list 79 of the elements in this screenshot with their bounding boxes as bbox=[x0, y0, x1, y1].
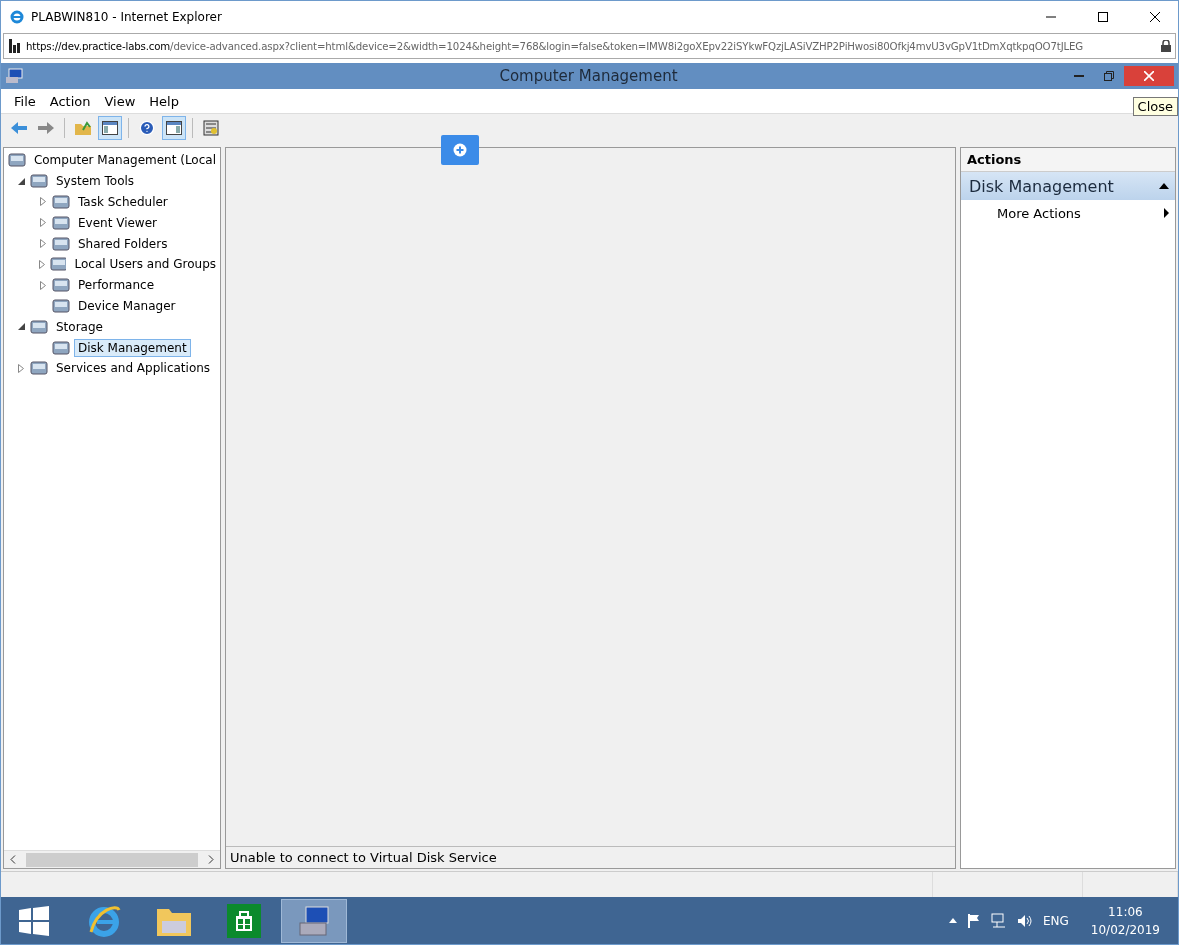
tree-item[interactable]: Services and Applications bbox=[52, 359, 215, 378]
restore-icon bbox=[1104, 71, 1114, 81]
node-icon bbox=[8, 151, 26, 170]
collapsed-arrow-icon[interactable] bbox=[40, 218, 46, 228]
browser-e-icon bbox=[87, 903, 121, 938]
collapsed-arrow-icon[interactable] bbox=[40, 197, 46, 207]
floating-plus-button[interactable] bbox=[441, 135, 479, 165]
window-title: PLABWIN810 - Internet Explorer bbox=[31, 9, 223, 24]
actions-section-header[interactable]: Disk Management bbox=[961, 172, 1175, 200]
collapsed-arrow-icon[interactable] bbox=[40, 280, 46, 290]
flag-icon[interactable] bbox=[966, 913, 981, 928]
tree-item[interactable]: Performance bbox=[74, 276, 159, 295]
node-icon bbox=[52, 213, 70, 232]
tree-item[interactable]: Local Users and Groups bbox=[70, 255, 220, 274]
windows-logo-icon bbox=[19, 905, 49, 936]
node-icon bbox=[52, 338, 70, 357]
node-icon bbox=[30, 172, 48, 191]
collapsed-arrow-icon[interactable] bbox=[40, 239, 46, 249]
help-icon bbox=[139, 119, 155, 136]
computer-icon bbox=[296, 904, 332, 937]
action-item[interactable]: More Actions bbox=[961, 200, 1175, 226]
pane-icon bbox=[166, 120, 182, 135]
node-icon bbox=[52, 193, 70, 211]
expanded-arrow-icon[interactable] bbox=[17, 177, 25, 185]
taskbar-app[interactable] bbox=[281, 898, 347, 943]
menu-item[interactable]: View bbox=[97, 91, 143, 111]
menu-item[interactable]: Help bbox=[142, 91, 186, 111]
collapsed-arrow-icon[interactable] bbox=[18, 363, 24, 373]
tree-item[interactable]: Device Manager bbox=[74, 296, 180, 315]
node-icon bbox=[30, 359, 48, 378]
tree-item[interactable]: Shared Folders bbox=[74, 234, 172, 253]
toolbar-button[interactable] bbox=[98, 115, 122, 140]
submenu-arrow-icon bbox=[1164, 208, 1169, 218]
forward-arrow-icon bbox=[37, 120, 55, 135]
collapsed-arrow-icon[interactable] bbox=[39, 259, 46, 269]
pane-icon bbox=[102, 120, 118, 135]
speaker-icon[interactable] bbox=[1016, 913, 1033, 928]
toolbar-button[interactable] bbox=[162, 115, 186, 140]
node-icon bbox=[30, 317, 48, 336]
close-icon bbox=[1150, 11, 1160, 22]
section-title: Disk Management bbox=[969, 176, 1114, 196]
plus-icon bbox=[453, 143, 467, 157]
address-bar[interactable]: https://dev.practice-labs.com/device-advanced.aspx?client=html&device=2&width=1024&height=768&login=false&token=IMW8i2goXEpv22iSYkwFQzjLASiVZHP2PiHwosi80Ofkj4mvU3vGpV1tDmXqtkpqOO7tJLEG bbox=[3, 33, 1176, 59]
tree-item[interactable]: Task Scheduler bbox=[74, 193, 172, 211]
browser-e-icon bbox=[9, 8, 25, 25]
tree-item[interactable]: Computer Management (Local bbox=[29, 151, 220, 170]
menu-item[interactable]: File bbox=[7, 91, 43, 111]
tree-item[interactable]: System Tools bbox=[52, 172, 139, 191]
node-icon bbox=[52, 234, 70, 253]
node-icon bbox=[50, 255, 67, 274]
back-arrow-icon bbox=[10, 120, 28, 135]
tree-item[interactable]: Event Viewer bbox=[74, 213, 161, 232]
tree-item[interactable]: Storage bbox=[52, 317, 107, 336]
node-icon bbox=[52, 296, 70, 315]
properties-icon bbox=[203, 119, 219, 136]
tree-item[interactable]: Disk Management bbox=[74, 338, 191, 357]
close-button[interactable] bbox=[1124, 66, 1174, 86]
language-indicator[interactable]: ENG bbox=[1042, 913, 1069, 928]
action-label: More Actions bbox=[997, 205, 1081, 221]
close-icon bbox=[1144, 71, 1154, 81]
status-text: Unable to connect to Virtual Disk Service bbox=[230, 850, 497, 865]
collapse-arrow-icon[interactable] bbox=[1159, 183, 1169, 189]
shopping-bag-icon bbox=[227, 903, 261, 938]
computer-icon bbox=[5, 68, 23, 84]
window-title: Computer Management bbox=[498, 67, 679, 85]
expanded-arrow-icon[interactable] bbox=[17, 323, 25, 331]
horizontal-scrollbar[interactable] bbox=[4, 850, 220, 868]
site-logo-icon bbox=[8, 38, 22, 54]
node-icon bbox=[52, 276, 70, 295]
menu-item[interactable]: Action bbox=[42, 91, 98, 111]
minimize-icon bbox=[1074, 74, 1084, 78]
chevron-up-icon[interactable] bbox=[948, 918, 957, 923]
folder-icon bbox=[74, 119, 92, 136]
maximize-icon bbox=[1098, 11, 1108, 22]
clock[interactable]: 11:06 10/02/2019 bbox=[1090, 902, 1160, 939]
lock-icon bbox=[1161, 40, 1171, 52]
network-icon[interactable] bbox=[990, 912, 1007, 929]
tooltip: Close bbox=[1132, 97, 1178, 116]
actions-header: Actions bbox=[961, 148, 1175, 172]
